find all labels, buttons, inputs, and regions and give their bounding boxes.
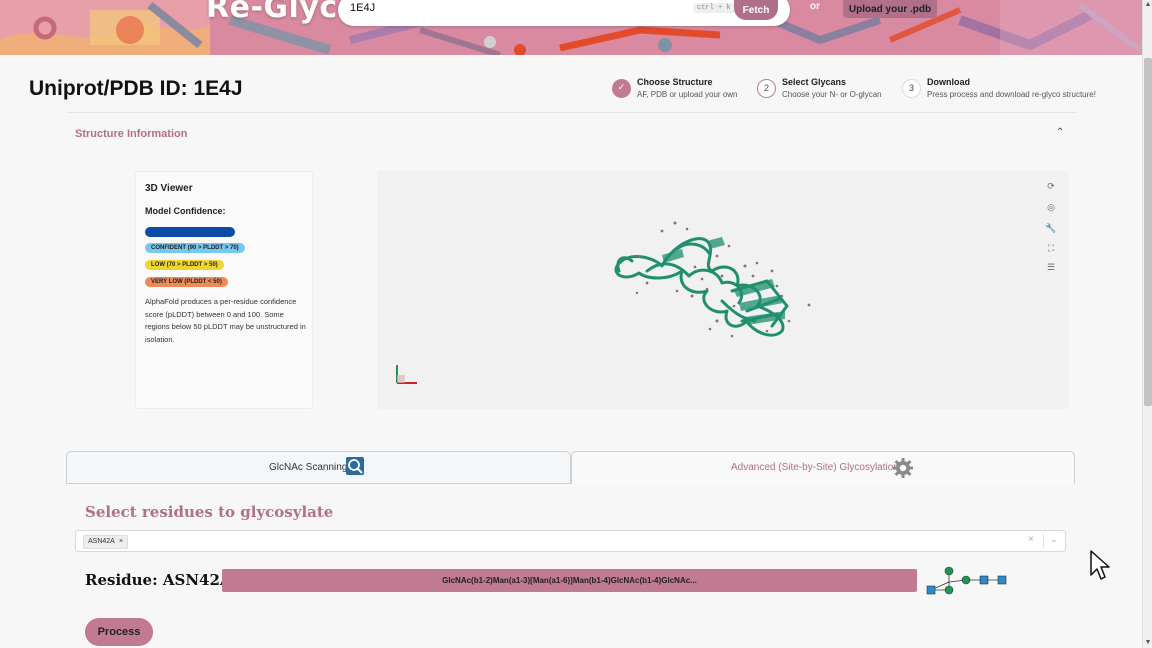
keyboard-shortcut-hint: ctrl + k — [693, 3, 735, 13]
confidence-high-badge: CONFIDENT (90 > PLDDT > 70) — [145, 243, 245, 253]
tab-label: Advanced (Site-by-Site) Glycosylation — [731, 462, 899, 473]
confidence-legend-card: 3D Viewer Model Confidence: VERY HIGH (P… — [135, 171, 313, 409]
glycan-structure-icon — [926, 566, 1007, 595]
chevron-up-icon[interactable]: ⌃ — [1056, 127, 1064, 138]
page: Re-Glyco ctrl + k Fetch or Upload your .… — [0, 0, 1152, 648]
gear-icon — [892, 457, 914, 479]
residue-chip[interactable]: ASN42A × — [83, 535, 128, 549]
molecule-3d-viewer[interactable] — [377, 171, 1069, 409]
tab-glcnac-scanning[interactable]: GlcNAc Scanning — [66, 451, 571, 484]
step-check-icon: ✓ — [612, 79, 631, 98]
chevron-down-icon[interactable]: ⌄ — [1050, 534, 1058, 545]
step-number: 3 — [902, 79, 921, 98]
magnifier-icon — [346, 457, 364, 475]
step-title: Select Glycans — [782, 77, 847, 87]
step-title: Choose Structure — [637, 77, 713, 87]
upload-pdb-button[interactable]: Upload your .pdb — [843, 0, 937, 18]
scroll-down-arrow-icon[interactable]: ▼ — [1143, 639, 1152, 647]
tab-label: GlcNAc Scanning — [269, 462, 348, 473]
settings-sliders-icon[interactable]: ☰ — [1043, 259, 1059, 275]
step-title: Download — [927, 77, 970, 87]
axes-gizmo — [396, 365, 417, 384]
step-subtitle: Choose your N- or O-glycan — [782, 90, 882, 99]
fetch-button[interactable]: Fetch — [734, 0, 778, 20]
structure-info-toggle[interactable]: Structure Information — [75, 128, 187, 140]
target-icon[interactable]: ◎ — [1043, 199, 1059, 215]
alphafold-note: AlphaFold produces a per-residue confide… — [145, 297, 306, 344]
model-confidence-label: Model Confidence: — [145, 206, 226, 216]
app-logo-title: Re-Glyco — [206, 0, 359, 25]
page-scrollbar[interactable]: ▲ ▼ — [1142, 0, 1152, 648]
scrollbar-thumb[interactable] — [1144, 58, 1152, 406]
select-divider — [1043, 534, 1044, 548]
section-divider — [68, 112, 1076, 113]
fullscreen-icon[interactable]: ⛶ — [1043, 240, 1059, 256]
residue-label: Residue: ASN42A — [85, 571, 232, 589]
step-number: 2 — [757, 79, 776, 98]
clear-selection-icon[interactable]: × — [1028, 534, 1034, 545]
confidence-very-high-badge: VERY HIGH (PLDDT > 90) — [145, 227, 235, 237]
select-residues-title: Select residues to glycosylate — [85, 503, 334, 521]
rotate-icon[interactable]: ⟳ — [1043, 178, 1059, 194]
confidence-low-badge: LOW (70 > PLDDT > 50) — [145, 260, 224, 270]
or-separator: or — [810, 1, 820, 12]
mouse-cursor-icon — [1090, 550, 1110, 580]
process-button[interactable]: Process — [85, 618, 153, 646]
scroll-up-arrow-icon[interactable]: ▲ — [1143, 1, 1152, 9]
tab-advanced-glycosylation[interactable]: Advanced (Site-by-Site) Glycosylation — [571, 451, 1075, 484]
wrench-icon[interactable]: 🔧 — [1043, 220, 1059, 236]
step-subtitle: Press process and download re-glyco stru… — [927, 90, 1096, 99]
viewer-title: 3D Viewer — [145, 183, 193, 194]
protein-cartoon[interactable] — [377, 171, 1069, 409]
page-title: Uniprot/PDB ID: 1E4J — [29, 77, 243, 100]
confidence-very-low-badge: VERY LOW (PLDDT < 50) — [145, 277, 228, 287]
search-input[interactable] — [350, 2, 680, 14]
chip-remove-icon[interactable]: × — [119, 538, 123, 545]
step-subtitle: AF, PDB or upload your own — [637, 90, 738, 99]
glycan-selector[interactable]: GlcNAc(b1-2)Man(a1-3)[Man(a1-6)]Man(b1-4… — [222, 569, 917, 592]
residue-chip-label: ASN42A — [88, 538, 115, 545]
residue-multiselect[interactable]: ASN42A × × ⌄ — [75, 530, 1066, 552]
